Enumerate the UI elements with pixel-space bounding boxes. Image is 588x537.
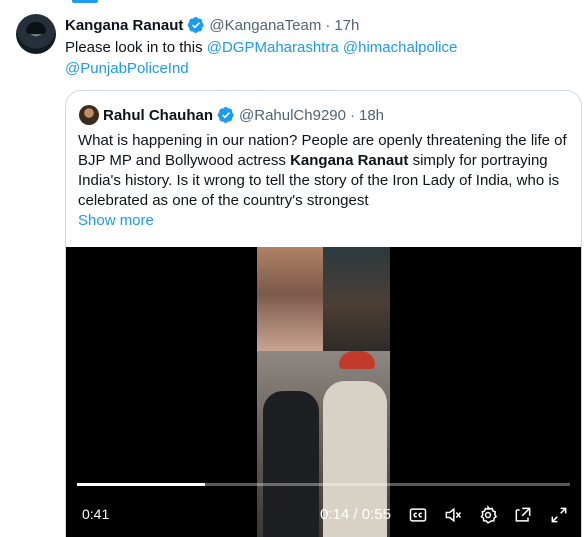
- header-separator: ·: [325, 16, 331, 34]
- quote-header: Rahul Chauhan @RahulCh9290 · 18h: [79, 105, 384, 125]
- video-frame-man: [323, 247, 390, 351]
- video-progress-bar[interactable]: [77, 483, 570, 486]
- video-frame-woman: [257, 247, 323, 351]
- mention-link-dgp-maharashtra[interactable]: @DGPMaharashtra: [207, 39, 339, 56]
- verified-badge-icon: [217, 106, 234, 124]
- fullscreen-icon: [551, 507, 567, 523]
- quote-text-bold: Kangana Ranaut: [290, 152, 409, 169]
- quote-timestamp[interactable]: 18h: [359, 107, 384, 124]
- tweet-header: Kangana Ranaut @KanganaTeam · 17h: [65, 15, 359, 35]
- popout-button[interactable]: [511, 503, 535, 527]
- top-accent-bar: [72, 0, 98, 3]
- author-name[interactable]: Kangana Ranaut: [65, 17, 183, 34]
- captions-icon: [409, 508, 427, 522]
- tweet-text: Please look in to this @DGPMaharashtra @…: [65, 37, 565, 79]
- mute-icon: [445, 507, 462, 523]
- quote-text: What is happening in our nation? People …: [78, 131, 573, 211]
- tweet-timestamp[interactable]: 17h: [334, 17, 359, 34]
- settings-button[interactable]: [476, 503, 500, 527]
- quote-author-handle[interactable]: @RahulCh9290: [239, 107, 346, 124]
- video-elapsed-overlay: 0:41: [82, 506, 110, 522]
- video-turban: [339, 351, 375, 369]
- video-person-left: [263, 391, 319, 537]
- quote-author-name[interactable]: Rahul Chauhan: [103, 107, 213, 124]
- video-time: 0:14 / 0:55: [320, 506, 391, 523]
- mention-link-punjab-police[interactable]: @PunjabPoliceInd: [65, 60, 189, 77]
- captions-button[interactable]: [406, 503, 430, 527]
- author-avatar[interactable]: [16, 14, 56, 54]
- video-player[interactable]: 0:41 0:14 / 0:55: [66, 247, 581, 537]
- video-time-separator: /: [353, 506, 358, 523]
- fullscreen-button[interactable]: [547, 503, 571, 527]
- show-more-link[interactable]: Show more: [78, 212, 154, 229]
- video-current-time: 0:14: [320, 506, 350, 523]
- tweet-text-prefix: Please look in to this: [65, 39, 207, 56]
- quote-author-avatar[interactable]: [79, 105, 99, 125]
- quoted-tweet-card[interactable]: Rahul Chauhan @RahulCh9290 · 18h What is…: [65, 90, 582, 537]
- mute-button[interactable]: [441, 503, 465, 527]
- settings-icon: [480, 505, 498, 524]
- verified-badge-icon: [188, 16, 205, 34]
- popout-icon: [515, 507, 531, 522]
- quote-header-separator: ·: [349, 106, 355, 124]
- video-duration: 0:55: [361, 506, 391, 523]
- video-progress-fill: [77, 483, 206, 486]
- mention-link-himachal-police[interactable]: @himachalpolice: [343, 39, 457, 56]
- author-handle[interactable]: @KanganaTeam: [209, 17, 321, 34]
- video-frame-top: [257, 247, 390, 351]
